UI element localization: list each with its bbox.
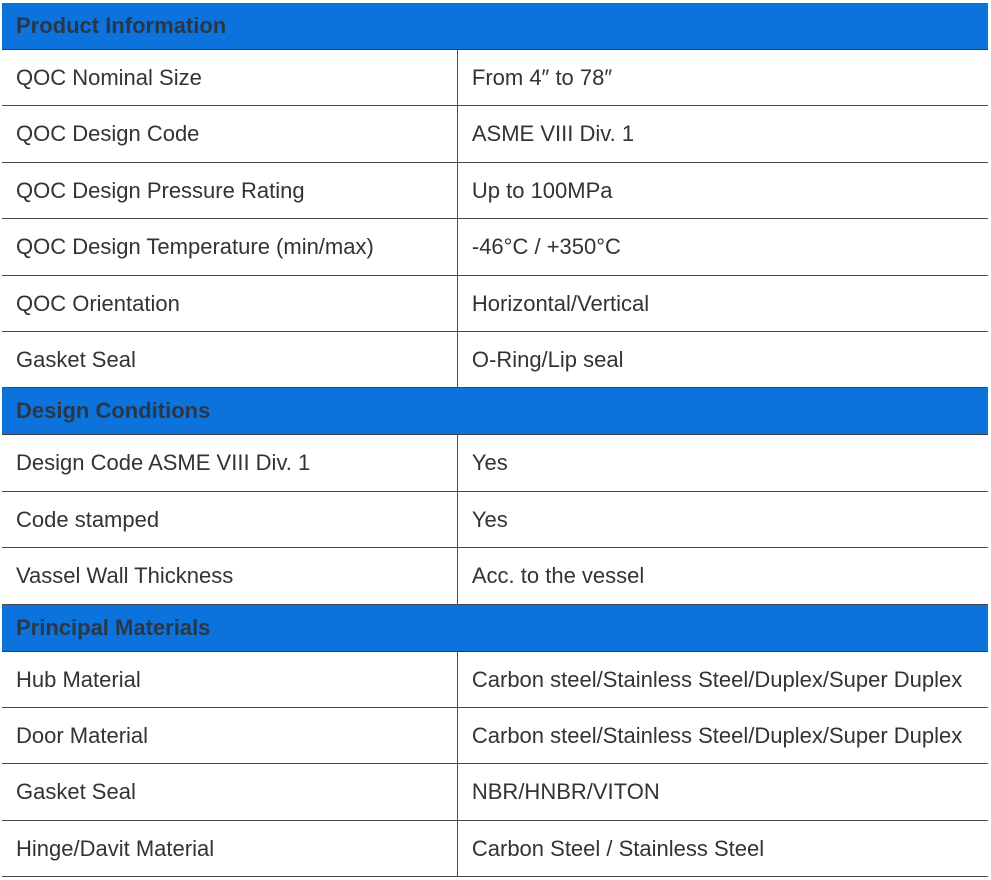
section-header: Product Information	[2, 3, 988, 50]
section-header: Principal Materials	[2, 604, 988, 651]
table-row: Hinge/Davit Material Carbon Steel / Stai…	[2, 820, 988, 876]
spec-label: QOC Orientation	[2, 275, 457, 331]
section-header: Design Conditions	[2, 388, 988, 435]
spec-value: Acc. to the vessel	[457, 548, 988, 604]
spec-label: Hinge/Davit Material	[2, 820, 457, 876]
table-row: QOC Nominal Size From 4″ to 78″	[2, 50, 988, 106]
spec-value: Carbon steel/Stainless Steel/Duplex/Supe…	[457, 707, 988, 763]
spec-value: Carbon Steel / Stainless Steel	[457, 820, 988, 876]
table-row: Design Code ASME VIII Div. 1 Yes	[2, 435, 988, 491]
table-row: Gasket Seal NBR/HNBR/VITON	[2, 764, 988, 820]
spec-label: QOC Design Temperature (min/max)	[2, 219, 457, 275]
spec-value: Up to 100MPa	[457, 162, 988, 218]
section-header-row: Design Conditions	[2, 388, 988, 435]
spec-label: Code stamped	[2, 491, 457, 547]
spec-value: Carbon steel/Stainless Steel/Duplex/Supe…	[457, 651, 988, 707]
section-header-row: Principal Materials	[2, 604, 988, 651]
spec-label: Hub Material	[2, 651, 457, 707]
table-row: Vassel Wall Thickness Acc. to the vessel	[2, 548, 988, 604]
spec-label: Door Material	[2, 707, 457, 763]
table-row: QOC Design Pressure Rating Up to 100MPa	[2, 162, 988, 218]
spec-value: -46°C / +350°C	[457, 219, 988, 275]
spec-label: QOC Nominal Size	[2, 50, 457, 106]
table-row: QOC Orientation Horizontal/Vertical	[2, 275, 988, 331]
spec-value: Yes	[457, 435, 988, 491]
table-row: Code stamped Yes	[2, 491, 988, 547]
spec-value: NBR/HNBR/VITON	[457, 764, 988, 820]
spec-value: Yes	[457, 491, 988, 547]
spec-label: Gasket Seal	[2, 764, 457, 820]
spec-label: QOC Design Code	[2, 106, 457, 162]
table-row: Gasket Seal O-Ring/Lip seal	[2, 331, 988, 387]
spec-value: O-Ring/Lip seal	[457, 331, 988, 387]
section-header-row: Product Information	[2, 3, 988, 50]
spec-label: Vassel Wall Thickness	[2, 548, 457, 604]
table-row: Door Material Carbon steel/Stainless Ste…	[2, 707, 988, 763]
spec-value: ASME VIII Div. 1	[457, 106, 988, 162]
table-row: QOC Design Code ASME VIII Div. 1	[2, 106, 988, 162]
spec-value: From 4″ to 78″	[457, 50, 988, 106]
table-row: Hub Material Carbon steel/Stainless Stee…	[2, 651, 988, 707]
product-spec-table: Product Information QOC Nominal Size Fro…	[2, 3, 988, 877]
spec-value: Horizontal/Vertical	[457, 275, 988, 331]
spec-label: Design Code ASME VIII Div. 1	[2, 435, 457, 491]
spec-label: Gasket Seal	[2, 331, 457, 387]
spec-label: QOC Design Pressure Rating	[2, 162, 457, 218]
table-row: QOC Design Temperature (min/max) -46°C /…	[2, 219, 988, 275]
